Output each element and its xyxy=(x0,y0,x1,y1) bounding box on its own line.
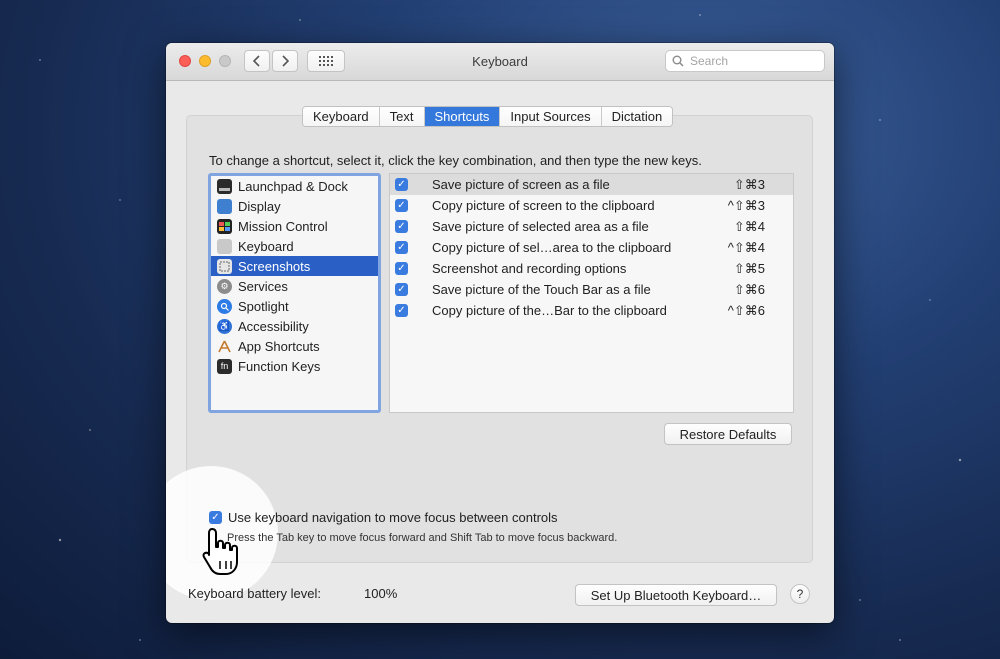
list-item[interactable]: ✓ Copy picture of the…Bar to the clipboa… xyxy=(390,300,793,321)
sidebar-item-label: Display xyxy=(238,198,281,214)
checkbox[interactable]: ✓ xyxy=(395,199,408,212)
launchpad-dock-icon xyxy=(217,178,232,194)
magnifier-icon xyxy=(672,55,684,67)
checkbox[interactable]: ✓ xyxy=(395,178,408,191)
tab-text[interactable]: Text xyxy=(379,107,425,126)
app-shortcuts-icon xyxy=(217,339,232,354)
shortcut-list: ✓ Save picture of screen as a file ⇧⌘3 ✓… xyxy=(389,173,794,413)
title-bar: Keyboard xyxy=(166,43,834,81)
keyboard-navigation-option: ✓ Use keyboard navigation to move focus … xyxy=(209,510,558,525)
shortcut-keys[interactable]: ⇧⌘5 xyxy=(734,261,765,277)
gear-icon: ⚙ xyxy=(217,278,232,294)
sidebar-item-keyboard[interactable]: Keyboard xyxy=(211,236,378,256)
list-item[interactable]: ✓ Copy picture of screen to the clipboar… xyxy=(390,195,793,216)
spotlight-icon xyxy=(217,298,232,314)
sidebar-item-label: Mission Control xyxy=(238,218,328,234)
keyboard-navigation-note: Press the Tab key to move focus forward … xyxy=(227,532,618,544)
shortcut-keys[interactable]: ^⇧⌘3 xyxy=(728,198,765,214)
list-item[interactable]: ✓ Save picture of the Touch Bar as a fil… xyxy=(390,279,793,300)
sidebar-item-display[interactable]: Display xyxy=(211,196,378,216)
restore-defaults-button[interactable]: Restore Defaults xyxy=(664,423,792,445)
tab-input-sources[interactable]: Input Sources xyxy=(500,107,602,126)
sidebar-item-label: Accessibility xyxy=(238,318,309,334)
shortcut-category-list: Launchpad & Dock Display Mission Control… xyxy=(208,173,381,413)
shortcut-keys[interactable]: ^⇧⌘4 xyxy=(728,240,765,256)
hand-pointer-icon xyxy=(202,528,238,575)
sidebar-item-label: Function Keys xyxy=(238,358,321,374)
sidebar-item-label: Launchpad & Dock xyxy=(238,178,348,194)
list-item[interactable]: ✓ Screenshot and recording options ⇧⌘5 xyxy=(390,258,793,279)
shortcut-keys[interactable]: ⇧⌘4 xyxy=(734,219,765,235)
sidebar-item-app-shortcuts[interactable]: App Shortcuts xyxy=(211,336,378,356)
sidebar-item-services[interactable]: ⚙ Services xyxy=(211,276,378,296)
help-button[interactable]: ? xyxy=(790,584,810,604)
checkbox[interactable]: ✓ xyxy=(395,262,408,275)
tab-dictation[interactable]: Dictation xyxy=(601,107,673,126)
sidebar-item-label: Services xyxy=(238,278,288,294)
list-item[interactable]: ✓ Save picture of screen as a file ⇧⌘3 xyxy=(390,174,793,195)
sidebar-item-label: App Shortcuts xyxy=(238,338,320,354)
shortcut-keys[interactable]: ⇧⌘3 xyxy=(734,177,765,193)
tab-bar: Keyboard Text Shortcuts Input Sources Di… xyxy=(302,106,674,127)
battery-value: 100% xyxy=(364,586,398,601)
search-input[interactable] xyxy=(688,53,812,69)
sidebar-item-label: Spotlight xyxy=(238,298,289,314)
checkbox[interactable]: ✓ xyxy=(395,241,408,254)
keyboard-preferences-window: Keyboard Keyboard Text Shortcuts Input S… xyxy=(166,43,834,623)
search-field[interactable] xyxy=(665,50,825,72)
sidebar-item-screenshots[interactable]: Screenshots xyxy=(211,256,378,276)
battery-label: Keyboard battery level: xyxy=(188,586,321,601)
checkbox[interactable]: ✓ xyxy=(395,220,408,233)
mission-control-icon xyxy=(217,218,232,234)
accessibility-icon: ♿ xyxy=(217,318,232,334)
shortcut-keys[interactable]: ⇧⌘6 xyxy=(734,282,765,298)
list-item[interactable]: ✓ Save picture of selected area as a fil… xyxy=(390,216,793,237)
keyboard-navigation-checkbox[interactable]: ✓ xyxy=(209,511,222,524)
sidebar-item-mission-control[interactable]: Mission Control xyxy=(211,216,378,236)
sidebar-item-spotlight[interactable]: Spotlight xyxy=(211,296,378,316)
bluetooth-keyboard-button[interactable]: Set Up Bluetooth Keyboard… xyxy=(575,584,777,606)
checkbox[interactable]: ✓ xyxy=(395,283,408,296)
instruction-text: To change a shortcut, select it, click t… xyxy=(209,153,702,168)
keyboard-navigation-label[interactable]: Use keyboard navigation to move focus be… xyxy=(228,510,558,525)
shortcut-keys[interactable]: ^⇧⌘6 xyxy=(728,303,765,319)
display-icon xyxy=(217,198,232,214)
tab-keyboard[interactable]: Keyboard xyxy=(303,107,380,126)
sidebar-item-label: Keyboard xyxy=(238,238,294,254)
fn-icon: fn xyxy=(217,358,232,374)
sidebar-item-launchpad-dock[interactable]: Launchpad & Dock xyxy=(211,176,378,196)
tab-shortcuts[interactable]: Shortcuts xyxy=(424,107,501,126)
sidebar-item-accessibility[interactable]: ♿ Accessibility xyxy=(211,316,378,336)
sidebar-item-label: Screenshots xyxy=(238,258,311,274)
list-item[interactable]: ✓ Copy picture of sel…area to the clipbo… xyxy=(390,237,793,258)
screenshots-icon xyxy=(217,258,232,274)
keyboard-icon xyxy=(217,238,232,254)
sidebar-item-function-keys[interactable]: fn Function Keys xyxy=(211,356,378,376)
checkbox[interactable]: ✓ xyxy=(395,304,408,317)
